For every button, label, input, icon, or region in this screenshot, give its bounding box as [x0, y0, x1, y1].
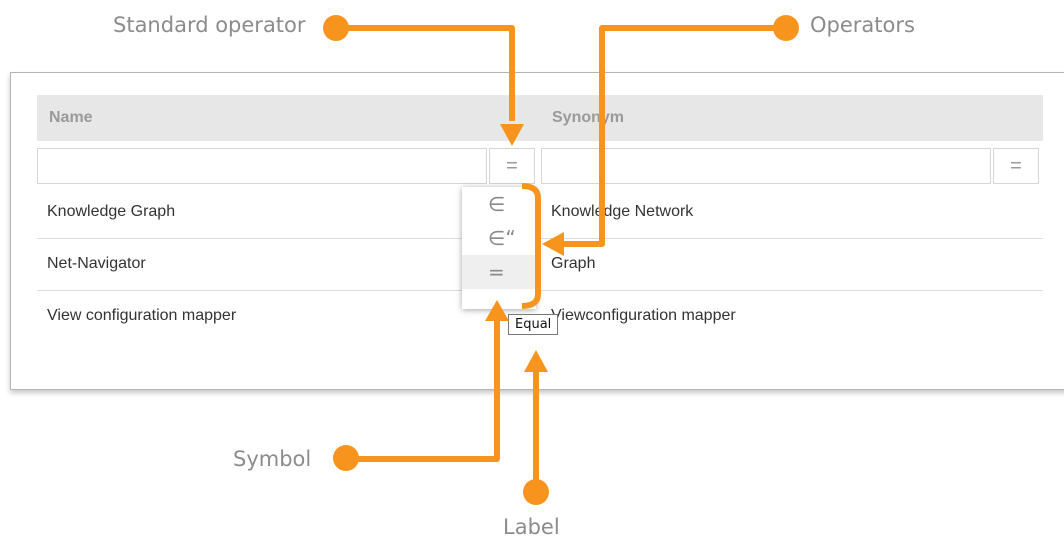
operator-option-element-of-quoted[interactable]: ∈“: [462, 221, 536, 255]
callout-dot-standard-operator: [323, 15, 349, 41]
cell-name: Knowledge Graph: [47, 203, 176, 220]
column-header-name[interactable]: Name: [49, 109, 93, 127]
operator-dropdown: ∈ ∈“ =: [462, 187, 536, 309]
callout-dot-symbol: [333, 445, 359, 471]
cell-synonym: Knowledge Network: [551, 203, 694, 220]
cell-name: Net-Navigator: [47, 255, 146, 272]
operator-option-element-of[interactable]: ∈: [462, 187, 536, 221]
operator-option-equal[interactable]: =: [462, 255, 536, 289]
table-row[interactable]: Net-Navigator Graph: [37, 239, 1043, 291]
callout-label-operators: Operators: [810, 13, 915, 37]
grid-header: Name Synonym: [37, 95, 1043, 141]
name-filter-operator-button[interactable]: =: [489, 148, 535, 184]
name-filter-input[interactable]: [37, 148, 487, 184]
synonym-filter-input[interactable]: [541, 148, 991, 184]
callout-label-symbol: Symbol: [233, 447, 312, 471]
synonym-filter-operator-button[interactable]: =: [993, 148, 1039, 184]
cell-name: View configuration mapper: [47, 307, 237, 324]
cell-synonym: Viewconfiguration mapper: [551, 307, 736, 324]
grid-panel: Name Synonym = = Knowledge Graph Knowled…: [10, 72, 1064, 390]
callout-dot-label: [523, 479, 549, 505]
callout-dot-operators: [773, 15, 799, 41]
callout-label-label: Label: [503, 515, 560, 539]
callout-label-standard-operator: Standard operator: [113, 13, 306, 37]
table-row[interactable]: Knowledge Graph Knowledge Network: [37, 187, 1043, 239]
operator-tooltip: Equal: [508, 314, 559, 335]
cell-synonym: Graph: [551, 255, 596, 272]
column-header-synonym[interactable]: Synonym: [552, 109, 624, 127]
